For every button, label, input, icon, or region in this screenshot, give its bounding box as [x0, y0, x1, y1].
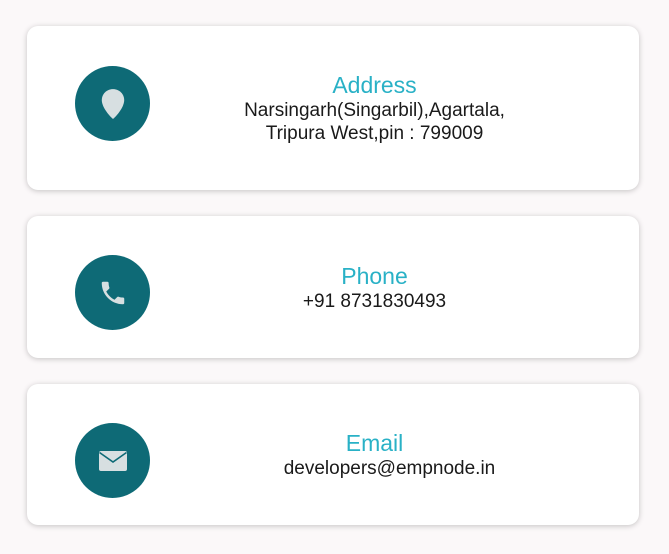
phone-icon	[75, 255, 150, 330]
email-card: Email developers@empnode.in	[27, 384, 639, 525]
address-title: Address	[332, 72, 417, 98]
envelope-icon	[75, 423, 150, 498]
phone-text: Phone +91 8731830493	[187, 262, 562, 313]
email-text: Email developers@empnode.in	[187, 429, 562, 480]
phone-card: Phone +91 8731830493	[27, 216, 639, 358]
address-card: Address Narsingarh(Singarbil),Agartala, …	[27, 26, 639, 190]
address-line-2: Tripura West,pin : 799009	[265, 123, 484, 144]
address-text: Address Narsingarh(Singarbil),Agartala, …	[187, 71, 562, 145]
address-line-1: Narsingarh(Singarbil),Agartala,	[244, 100, 505, 121]
location-pin-icon	[75, 66, 150, 141]
phone-title: Phone	[341, 263, 408, 289]
email-title: Email	[345, 430, 404, 456]
email-address-link[interactable]: developers@empnode.in	[187, 457, 562, 480]
phone-number-link[interactable]: +91 8731830493	[187, 290, 562, 313]
